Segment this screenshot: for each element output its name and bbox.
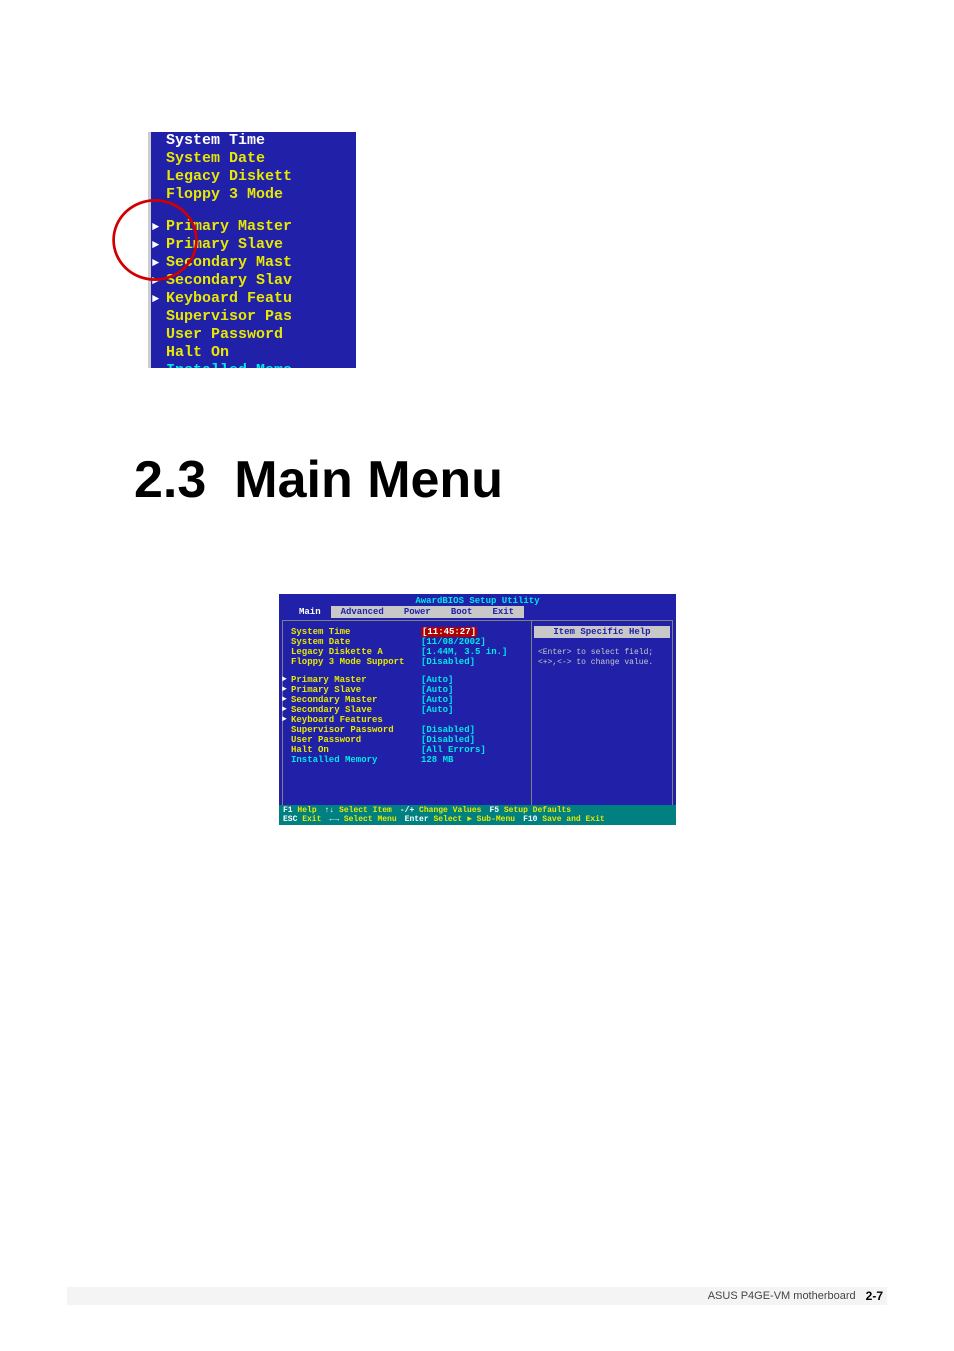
snippet-line: Supervisor Pas bbox=[148, 308, 356, 326]
bios-field-row[interactable]: Supervisor Password[Disabled] bbox=[291, 725, 523, 735]
footer-text: ASUS P4GE-VM motherboard bbox=[708, 1290, 856, 1302]
footer-pair: F10 Save and Exit bbox=[523, 815, 605, 824]
footer-action: Change Values bbox=[414, 806, 481, 815]
bios-field-label: Keyboard Features bbox=[291, 715, 421, 725]
footer-key: -/+ bbox=[400, 806, 414, 815]
footer-key: F1 bbox=[283, 806, 293, 815]
bios-field-row[interactable]: Legacy Diskette A[1.44M, 3.5 in.] bbox=[291, 647, 523, 657]
bios-field-label: Floppy 3 Mode Support bbox=[291, 657, 421, 667]
page-footer: ASUS P4GE-VM motherboard 2-7 bbox=[67, 1287, 887, 1305]
snippet-submenu-line: Primary Slave bbox=[148, 236, 356, 254]
footer-key: F10 bbox=[523, 815, 537, 824]
section-title: Main Menu bbox=[234, 451, 503, 509]
bios-field-value: [Disabled] bbox=[421, 657, 475, 667]
bios-field-value: [1.44M, 3.5 in.] bbox=[421, 647, 507, 657]
bios-field-label: Secondary Master bbox=[291, 695, 421, 705]
footer-pair: -/+ Change Values bbox=[400, 806, 482, 815]
snippet-submenu-line: Secondary Mast bbox=[148, 254, 356, 272]
snippet-line: System Time bbox=[148, 132, 356, 150]
snippet-line: Installed Memo bbox=[148, 362, 356, 368]
bios-field-row[interactable]: Primary Master[Auto] bbox=[291, 675, 523, 685]
bios-menubar: MainAdvancedPowerBootExit bbox=[279, 606, 676, 618]
bios-help-panel: Item Specific Help <Enter> to select fie… bbox=[532, 621, 672, 809]
bios-field-label: Secondary Slave bbox=[291, 705, 421, 715]
page-number: 2-7 bbox=[866, 1289, 883, 1303]
bios-field-value: 128 MB bbox=[421, 755, 453, 765]
bios-field-value: [All Errors] bbox=[421, 745, 486, 755]
snippet-line: User Password bbox=[148, 326, 356, 344]
help-title: Item Specific Help bbox=[534, 626, 670, 638]
footer-line: ESC Exit ←→ Select Menu Enter Select ► Sub… bbox=[283, 815, 672, 824]
bios-tab-boot[interactable]: Boot bbox=[441, 606, 483, 618]
bios-field-label: Primary Master bbox=[291, 675, 421, 685]
snippet-submenu-line: Primary Master bbox=[148, 218, 356, 236]
bios-field-value: [Disabled] bbox=[421, 735, 475, 745]
bios-body: System Time[11:45:27]System Date[11/08/2… bbox=[282, 620, 673, 810]
bios-field-value: [Auto] bbox=[421, 685, 453, 695]
footer-key: ↑↓ bbox=[325, 806, 335, 815]
bios-title: AwardBIOS Setup Utility bbox=[279, 594, 676, 606]
footer-action: Save and Exit bbox=[537, 815, 604, 824]
footer-action: Select ► Sub-Menu bbox=[429, 815, 515, 824]
footer-pair: ↑↓ Select Item bbox=[325, 806, 392, 815]
footer-pair: ESC Exit bbox=[283, 815, 321, 824]
footer-key: Enter bbox=[405, 815, 429, 824]
bios-field-value: [11/08/2002] bbox=[421, 637, 486, 647]
bios-field-row[interactable]: System Date[11/08/2002] bbox=[291, 637, 523, 647]
snippet-line: System Date bbox=[148, 150, 356, 168]
footer-key: ESC bbox=[283, 815, 297, 824]
bios-field-label: Primary Slave bbox=[291, 685, 421, 695]
snippet-submenu-line: Secondary Slav bbox=[148, 272, 356, 290]
bios-tab-exit[interactable]: Exit bbox=[482, 606, 524, 618]
footer-action: Select Item bbox=[334, 806, 392, 815]
footer-pair: ←→ Select Menu bbox=[329, 815, 396, 824]
footer-action: Help bbox=[293, 806, 317, 815]
bios-tab-advanced[interactable]: Advanced bbox=[331, 606, 394, 618]
bios-field-label: System Date bbox=[291, 637, 421, 647]
bios-main-panel: System Time[11:45:27]System Date[11/08/2… bbox=[283, 621, 532, 809]
bios-field-row[interactable]: Primary Slave[Auto] bbox=[291, 685, 523, 695]
bios-field-value: [Disabled] bbox=[421, 725, 475, 735]
bios-field-row[interactable]: Secondary Master[Auto] bbox=[291, 695, 523, 705]
footer-action: Setup Defaults bbox=[499, 806, 571, 815]
footer-key: ←→ bbox=[329, 815, 339, 824]
section-number: 2.3 bbox=[134, 451, 206, 509]
bios-footer: F1 Help ↑↓ Select Item -/+ Change Values F5… bbox=[279, 805, 676, 825]
section-heading: 2.3 Main Menu bbox=[134, 450, 503, 510]
footer-key: F5 bbox=[489, 806, 499, 815]
footer-line: F1 Help ↑↓ Select Item -/+ Change Values F5… bbox=[283, 806, 672, 815]
bios-field-label: User Password bbox=[291, 735, 421, 745]
bios-screenshot: AwardBIOS Setup Utility MainAdvancedPowe… bbox=[279, 594, 676, 825]
help-line: <+>,<-> to change value. bbox=[538, 658, 666, 668]
bios-tab-power[interactable]: Power bbox=[394, 606, 441, 618]
bios-field-label: System Time bbox=[291, 627, 421, 637]
footer-pair: F5 Setup Defaults bbox=[489, 806, 571, 815]
bios-field-value: [Auto] bbox=[421, 695, 453, 705]
bios-field-label: Supervisor Password bbox=[291, 725, 421, 735]
footer-pair: F1 Help bbox=[283, 806, 317, 815]
bios-field-value: [Auto] bbox=[421, 675, 453, 685]
footer-action: Select Menu bbox=[339, 815, 397, 824]
bios-field-row[interactable]: Halt On[All Errors] bbox=[291, 745, 523, 755]
bios-tab-main[interactable]: Main bbox=[289, 606, 331, 618]
bios-field-row[interactable]: Installed Memory128 MB bbox=[291, 755, 523, 765]
footer-action: Exit bbox=[297, 815, 321, 824]
bios-field-row[interactable]: Keyboard Features bbox=[291, 715, 523, 725]
snippet-submenu-line: Keyboard Featu bbox=[148, 290, 356, 308]
bios-field-row[interactable]: Secondary Slave[Auto] bbox=[291, 705, 523, 715]
footer-pair: Enter Select ► Sub-Menu bbox=[405, 815, 515, 824]
bios-field-row[interactable]: Floppy 3 Mode Support[Disabled] bbox=[291, 657, 523, 667]
bios-field-row[interactable]: System Time[11:45:27] bbox=[291, 627, 523, 637]
bios-snippet: System TimeSystem DateLegacy DiskettFlop… bbox=[148, 132, 356, 368]
bios-field-value: [Auto] bbox=[421, 705, 453, 715]
snippet-line: Floppy 3 Mode bbox=[148, 186, 356, 204]
bios-field-row[interactable]: User Password[Disabled] bbox=[291, 735, 523, 745]
bios-field-label: Installed Memory bbox=[291, 755, 421, 765]
bios-field-value: [11:45:27] bbox=[421, 627, 477, 637]
snippet-line: Legacy Diskett bbox=[148, 168, 356, 186]
help-line: <Enter> to select field; bbox=[538, 648, 666, 658]
snippet-line: Halt On bbox=[148, 344, 356, 362]
bios-field-label: Halt On bbox=[291, 745, 421, 755]
bios-field-label: Legacy Diskette A bbox=[291, 647, 421, 657]
